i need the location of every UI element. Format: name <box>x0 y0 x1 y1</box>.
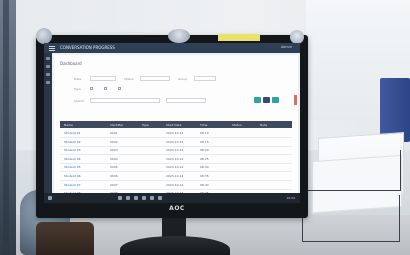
column-header[interactable]: Note <box>260 123 267 127</box>
taskbar-app-icon[interactable] <box>158 196 162 200</box>
row-date: 2023-10-12 <box>166 174 184 178</box>
app-title: CONVERSATION PROGRESS <box>60 45 115 50</box>
row-identifier: 0002 <box>110 139 118 144</box>
table-header: Name Identifier Type Start Date Time Sta… <box>60 121 292 128</box>
blurred-left-edge <box>0 0 16 255</box>
row-identifier: 0006 <box>110 174 118 178</box>
row-date: 2023-10-12 <box>166 165 184 170</box>
app-header: CONVERSATION PROGRESS Admin <box>44 43 300 53</box>
type-checkbox[interactable] <box>90 87 93 90</box>
row-name[interactable]: Student 04 <box>64 157 81 161</box>
row-date: 2023-10-12 <box>166 131 184 135</box>
row-name[interactable]: Student 07 <box>64 183 81 187</box>
row-name[interactable]: Student 01 <box>64 131 81 135</box>
status-filter-input[interactable] <box>140 76 170 81</box>
row-time: 08:40 <box>200 182 209 187</box>
office-scene: CONVERSATION PROGRESS Admin Dashboard Da… <box>0 0 410 255</box>
row-date: 2023-10-12 <box>166 139 184 144</box>
type-checkbox[interactable] <box>118 87 121 90</box>
row-time: 08:20 <box>200 148 209 153</box>
column-header[interactable]: Status <box>232 123 242 127</box>
sidebar-icon[interactable] <box>46 65 50 68</box>
blurred-cup <box>36 222 94 255</box>
row-time: 08:30 <box>200 165 209 170</box>
sticky-note <box>218 34 260 41</box>
user-name[interactable]: Admin <box>281 45 292 49</box>
row-time: 08:35 <box>200 174 209 178</box>
row-time: 08:25 <box>200 156 209 161</box>
breadcrumb: Dashboard <box>60 61 82 66</box>
row-identifier: 0004 <box>110 156 118 161</box>
column-header[interactable]: Start Date <box>166 123 181 127</box>
taskbar-app-icon[interactable] <box>150 196 154 200</box>
row-identifier: 0003 <box>110 148 118 153</box>
row-name[interactable]: Student 05 <box>64 165 81 169</box>
sidebar <box>44 53 52 203</box>
filter-label: Type <box>74 87 81 91</box>
column-header[interactable]: Type <box>142 123 149 127</box>
monitor-brand-logo: AOC <box>169 205 185 212</box>
row-date: 2023-10-12 <box>166 182 184 187</box>
group-filter-input[interactable] <box>194 76 216 81</box>
filter-label: Status <box>124 77 134 81</box>
date-filter-input[interactable] <box>90 76 116 81</box>
taskbar-app-icon[interactable] <box>142 196 146 200</box>
figurine-center <box>168 29 190 43</box>
row-identifier: 0007 <box>110 182 118 187</box>
main-content: Dashboard Date Type Status Group Search … <box>54 55 298 201</box>
data-table: Name Identifier Type Start Date Time Sta… <box>60 121 292 199</box>
search-button[interactable] <box>254 97 261 103</box>
taskbar-app-icon[interactable] <box>118 196 122 200</box>
add-button[interactable] <box>263 97 270 103</box>
sidebar-icon[interactable] <box>46 57 50 60</box>
taskbar-clock: 10:24 <box>286 196 295 200</box>
row-time: 08:15 <box>200 139 209 144</box>
column-header[interactable]: Time <box>200 123 207 127</box>
row-date: 2023-10-12 <box>166 148 184 153</box>
search-label: Search <box>74 99 85 103</box>
row-name[interactable]: Student 06 <box>64 174 81 178</box>
row-name[interactable]: Student 03 <box>64 148 81 152</box>
row-identifier: 0001 <box>110 131 118 135</box>
monitor-screen: CONVERSATION PROGRESS Admin Dashboard Da… <box>44 43 300 203</box>
row-date: 2023-10-12 <box>166 156 184 161</box>
filter-label: Group <box>178 77 188 81</box>
start-icon[interactable] <box>48 196 52 200</box>
wire-tray-lower <box>302 195 400 242</box>
hamburger-menu-icon[interactable] <box>49 45 55 51</box>
sidebar-icon[interactable] <box>46 73 50 76</box>
refresh-button[interactable] <box>272 97 279 103</box>
column-header[interactable]: Identifier <box>110 123 124 127</box>
wire-tray-upper <box>306 150 401 191</box>
taskbar-app-icon[interactable] <box>134 196 138 200</box>
row-name[interactable]: Student 02 <box>64 140 81 144</box>
sidebar-icon[interactable] <box>46 81 50 84</box>
column-header[interactable]: Name <box>64 123 73 127</box>
taskbar: 10:24 <box>44 193 300 203</box>
side-tab[interactable] <box>294 95 297 105</box>
type-checkbox[interactable] <box>104 87 107 90</box>
taskbar-app-icon[interactable] <box>126 196 130 200</box>
secondary-input[interactable] <box>166 98 206 103</box>
row-time: 08:10 <box>200 131 209 135</box>
row-identifier: 0005 <box>110 165 118 170</box>
search-input[interactable] <box>90 98 160 103</box>
filter-label: Date <box>74 77 82 81</box>
figurine-right <box>290 30 304 44</box>
monitor-stand-base <box>120 236 230 255</box>
figurine-left <box>36 28 52 44</box>
